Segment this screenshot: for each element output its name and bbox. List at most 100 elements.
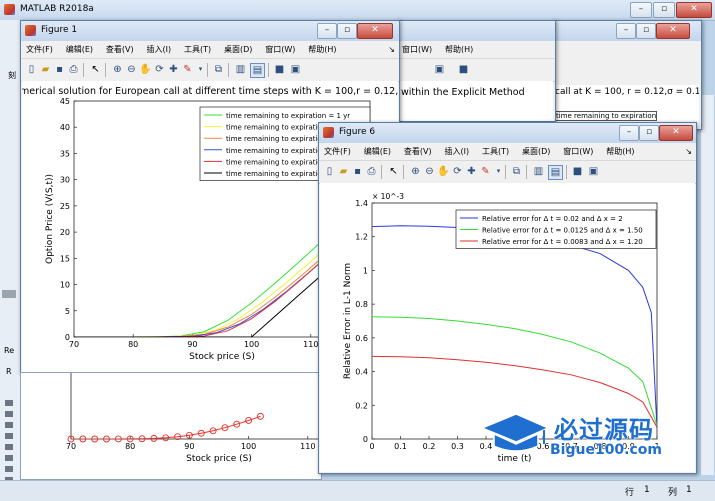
fig6-minimize[interactable]: –	[619, 125, 639, 141]
fig6-rotate-3d-icon[interactable]: ⟳	[451, 165, 464, 178]
right-scrollbar[interactable]	[700, 95, 714, 475]
x-tick-label: 110	[300, 442, 315, 451]
zoom-in-icon[interactable]: ⊕	[111, 63, 124, 76]
print-icon[interactable]: ⎙	[67, 63, 80, 76]
x-tick-label: 70	[69, 340, 79, 349]
figure-2-window: 窗口(W) 帮助(H) ▣ ■ within the Explicit Meth…	[396, 20, 556, 122]
fig6-menu-window[interactable]: 窗口(W)	[558, 144, 598, 159]
fig6-edit-plot-arrow-icon[interactable]: ↖	[387, 165, 400, 178]
figure-1-title: Figure 1	[41, 25, 78, 35]
toolbar-separator	[381, 165, 382, 179]
fig6-open-file-icon[interactable]: ▰	[337, 165, 350, 178]
legend-entry: Relative error for Δ t = 0.0125 and Δ x …	[482, 227, 643, 235]
fig6-menu-tools[interactable]: 工具(T)	[477, 144, 514, 159]
toolbar-separator	[505, 165, 506, 179]
fig3-title-fragment: call at K = 100, r = 0.12,σ = 0.1, T	[555, 87, 699, 97]
fig6-zoom-out-icon[interactable]: ⊖	[423, 165, 436, 178]
x-tick-label: 110	[303, 340, 318, 349]
fig6-show-plot-tools-icon[interactable]: ▣	[587, 165, 600, 178]
close-button[interactable]: ✕	[676, 2, 712, 18]
fig6-hide-plot-tools-icon[interactable]: ■	[571, 165, 584, 178]
figure-3-window: – ▫ ✕ call at K = 100, r = 0.12,σ = 0.1,…	[552, 20, 702, 130]
fig2-panel-icon[interactable]: ■	[457, 63, 470, 76]
fig3-close[interactable]: ✕	[656, 23, 690, 39]
edit-plot-arrow-icon[interactable]: ↖	[89, 63, 102, 76]
hide-plot-tools-icon[interactable]: ■	[273, 63, 286, 76]
rotate-3d-icon[interactable]: ⟳	[153, 63, 166, 76]
y-tick-label: 0.4	[355, 368, 368, 377]
fig6-data-cursor-icon[interactable]: ✚	[465, 165, 478, 178]
fig6-link-plot-icon[interactable]: ⧉	[510, 165, 523, 178]
fig6-menu-view[interactable]: 查看(V)	[399, 144, 437, 159]
fig6-brush-icon[interactable]: ✎	[479, 165, 492, 178]
y-tick-label: 0.2	[355, 401, 368, 410]
colorbar-icon[interactable]: ▥	[234, 63, 247, 76]
figure-6-toolbar: ▯ ▰ ▪ ⎙ ↖ ⊕ ⊖ ✋ ⟳ ✚ ✎ ▾ ⧉ ▥ ▤ ■ ▣	[319, 160, 696, 184]
legend-entry: time remaining to expiration	[226, 135, 326, 143]
fig6-menu-desktop[interactable]: 桌面(D)	[517, 144, 555, 159]
fig3-restore[interactable]: ▫	[636, 23, 656, 39]
fig6-brush-dropdown-icon[interactable]: ▾	[492, 165, 505, 178]
fig6-pan-hand-icon[interactable]: ✋	[437, 165, 450, 178]
menu-file[interactable]: 文件(F)	[21, 42, 58, 57]
data-cursor-icon[interactable]: ✚	[167, 63, 180, 76]
y-tick-label: 30	[60, 176, 70, 185]
menu-insert[interactable]: 插入(I)	[141, 42, 176, 57]
menu-desktop[interactable]: 桌面(D)	[219, 42, 257, 57]
fig6-dock-arrow-icon[interactable]: ↘	[685, 144, 692, 159]
figure-2-toolbar: ▣ ■	[397, 58, 555, 82]
fig6-restore[interactable]: ▫	[639, 125, 659, 141]
fig6-zoom-in-icon[interactable]: ⊕	[409, 165, 422, 178]
x-tick-label: 90	[187, 340, 197, 349]
fig6-menu-help[interactable]: 帮助(H)	[601, 144, 639, 159]
menu-tools[interactable]: 工具(T)	[179, 42, 216, 57]
menu-window[interactable]: 窗口(W)	[260, 42, 300, 57]
fig6-menu-insert[interactable]: 插入(I)	[439, 144, 474, 159]
fig6-print-icon[interactable]: ⎙	[365, 165, 378, 178]
zoom-out-icon[interactable]: ⊖	[125, 63, 138, 76]
save-icon[interactable]: ▪	[53, 63, 66, 76]
fig6-menu-file[interactable]: 文件(F)	[319, 144, 356, 159]
figure-6-titlebar: Figure 6 – ▫ ✕	[319, 123, 696, 143]
figure-2-menubar: 窗口(W) 帮助(H)	[397, 42, 555, 57]
y-tick-label: 20	[60, 228, 70, 237]
menu-view[interactable]: 查看(V)	[101, 42, 139, 57]
brush-icon[interactable]: ✎	[181, 63, 194, 76]
toolbar-separator	[268, 63, 269, 77]
fig3-minimize[interactable]: –	[616, 23, 636, 39]
fig3-legend-fragment: time remaining to expiration = 1 yr	[555, 111, 657, 121]
fig1-restore[interactable]: ▫	[337, 23, 357, 39]
menu-edit[interactable]: 编辑(E)	[61, 42, 98, 57]
col-label: 列	[668, 488, 678, 498]
menu-help[interactable]: 帮助(H)	[303, 42, 341, 57]
new-figure-icon[interactable]: ▯	[25, 63, 38, 76]
fig1-close[interactable]: ✕	[357, 23, 393, 39]
fig2-datatip-icon[interactable]: ▣	[433, 63, 446, 76]
fig1-minimize[interactable]: –	[317, 23, 337, 39]
brush-dropdown-icon[interactable]: ▾	[194, 63, 207, 76]
link-plot-icon[interactable]: ⧉	[212, 63, 225, 76]
y-tick-label: 1.2	[355, 233, 368, 242]
fig6-save-icon[interactable]: ▪	[351, 165, 364, 178]
left-fragment-3: R	[6, 367, 12, 376]
fig6-legend-icon[interactable]: ▤	[548, 165, 563, 180]
watermark-chinese-text: 必过源码	[554, 416, 654, 444]
maximize-button[interactable]: ▫	[653, 2, 675, 18]
legend-icon[interactable]: ▤	[250, 63, 265, 78]
fig6-new-figure-icon[interactable]: ▯	[323, 165, 336, 178]
left-fragment-2: Re	[4, 346, 15, 355]
pan-hand-icon[interactable]: ✋	[139, 63, 152, 76]
fig6-close[interactable]: ✕	[659, 125, 693, 141]
app-title: MATLAB R2018a	[20, 4, 94, 14]
fig2-menu-window[interactable]: 窗口(W)	[397, 42, 437, 57]
menubar-dock-arrow-icon[interactable]: ↘	[388, 42, 395, 57]
show-plot-tools-icon[interactable]: ▣	[289, 63, 302, 76]
row-value: 1	[644, 485, 650, 495]
minimize-button[interactable]: –	[630, 2, 652, 18]
y-tick-label: 0	[65, 333, 70, 342]
open-file-icon[interactable]: ▰	[39, 63, 52, 76]
plot-axes: 708090100110120	[66, 366, 375, 451]
fig6-menu-edit[interactable]: 编辑(E)	[359, 144, 396, 159]
fig2-menu-help[interactable]: 帮助(H)	[440, 42, 478, 57]
fig6-colorbar-icon[interactable]: ▥	[532, 165, 545, 178]
